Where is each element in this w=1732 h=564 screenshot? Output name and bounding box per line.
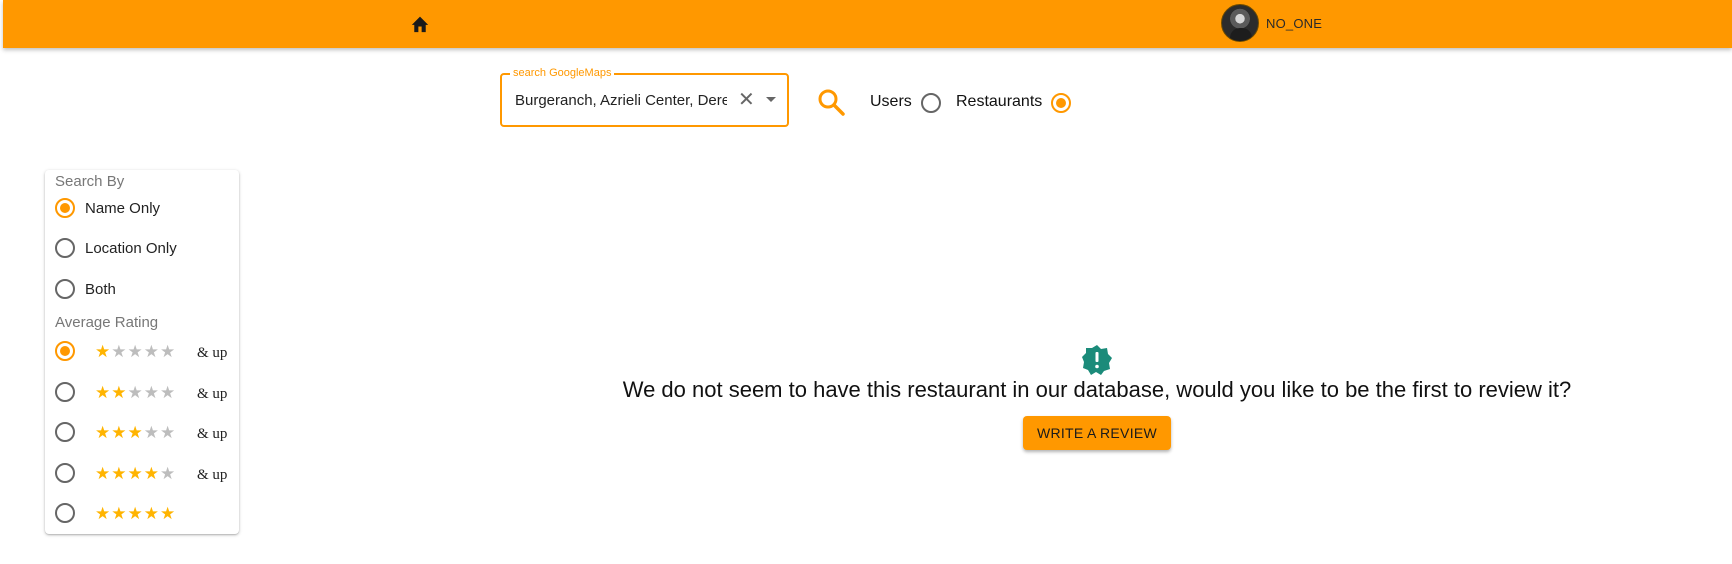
star-filled-icon: ★ [111,383,128,402]
star-empty-icon: ★ [143,423,160,442]
star-filled-icon: ★ [143,464,160,483]
app-bar: NO_ONE [3,0,1732,48]
search-input[interactable]: Burgeranch, Azrieli Center, Derech Menac… [515,92,727,112]
restaurants-radio[interactable] [1051,93,1071,113]
rating-4-radio[interactable] [55,463,75,483]
arrow-drop-down-icon[interactable] [766,97,776,102]
star-empty-icon: ★ [127,383,144,402]
average-rating-title: Average Rating [55,314,159,331]
star-filled-icon: ★ [127,504,144,523]
home-button[interactable] [407,12,433,36]
location-only-radio[interactable] [55,238,75,258]
both-label: Both [85,281,116,298]
star-rating-icon: ★★★★★ [95,423,176,443]
rating-option-5[interactable]: ★★★★★ [55,501,235,527]
rating-3-radio[interactable] [55,422,75,442]
star-filled-icon: ★ [95,504,112,523]
star-filled-icon: ★ [95,423,112,442]
rating-1-radio[interactable] [55,341,75,361]
rating-2-radio[interactable] [55,382,75,402]
star-filled-icon: ★ [111,504,128,523]
star-filled-icon: ★ [143,504,160,523]
star-empty-icon: ★ [143,342,160,361]
star-filled-icon: ★ [95,464,112,483]
star-rating-icon: ★★★★★ [95,464,176,484]
search-by-name-only[interactable]: Name Only [55,196,235,222]
star-filled-icon: ★ [127,423,144,442]
close-icon[interactable]: ✕ [738,89,755,111]
star-filled-icon: ★ [111,423,128,442]
rating-option-3[interactable]: ★★★★★ & up [55,420,235,446]
users-radio[interactable] [921,93,941,113]
home-icon [411,16,429,33]
users-option-label: Users [870,93,912,110]
search-by-both[interactable]: Both [55,277,235,303]
star-empty-icon: ★ [160,423,177,442]
search-by-location-only[interactable]: Location Only [55,236,235,262]
and-up-label: & up [197,426,228,442]
star-empty-icon: ★ [160,383,177,402]
star-rating-icon: ★★★★★ [95,342,176,362]
not-found-message: We do not seem to have this restaurant i… [622,377,1572,402]
star-rating-icon: ★★★★★ [95,383,176,403]
star-empty-icon: ★ [143,383,160,402]
star-filled-icon: ★ [95,342,112,361]
name-only-label: Name Only [85,200,161,217]
location-only-label: Location Only [85,240,177,257]
search-googlemaps-field[interactable]: search GoogleMaps Burgeranch, Azrieli Ce… [500,66,789,127]
username-label: NO_ONE [1266,16,1323,31]
star-rating-icon: ★★★★★ [95,504,176,524]
search-by-title: Search By [55,173,125,190]
search-icon [818,89,845,116]
both-radio[interactable] [55,279,75,299]
rating-5-radio[interactable] [55,503,75,523]
rating-option-4[interactable]: ★★★★★ & up [55,461,235,487]
star-empty-icon: ★ [160,342,177,361]
star-filled-icon: ★ [160,504,177,523]
and-up-label: & up [197,386,228,402]
and-up-label: & up [197,345,228,361]
star-empty-icon: ★ [111,342,128,361]
star-filled-icon: ★ [111,464,128,483]
search-field-label: search GoogleMaps [510,66,615,80]
search-button[interactable] [816,87,846,117]
star-empty-icon: ★ [127,342,144,361]
and-up-label: & up [197,467,228,483]
rating-option-1[interactable]: ★★★★★ & up [55,339,235,365]
write-review-button[interactable]: WRITE A REVIEW [1023,416,1171,450]
star-filled-icon: ★ [127,464,144,483]
avatar[interactable] [1221,4,1259,42]
star-empty-icon: ★ [160,464,177,483]
name-only-radio[interactable] [55,198,75,218]
restaurants-option-label: Restaurants [956,93,1043,110]
filter-panel: Search By Name Only Location Only Both A… [45,170,239,534]
star-filled-icon: ★ [95,383,112,402]
rating-option-2[interactable]: ★★★★★ & up [55,380,235,406]
alert-badge-icon [1082,345,1112,375]
